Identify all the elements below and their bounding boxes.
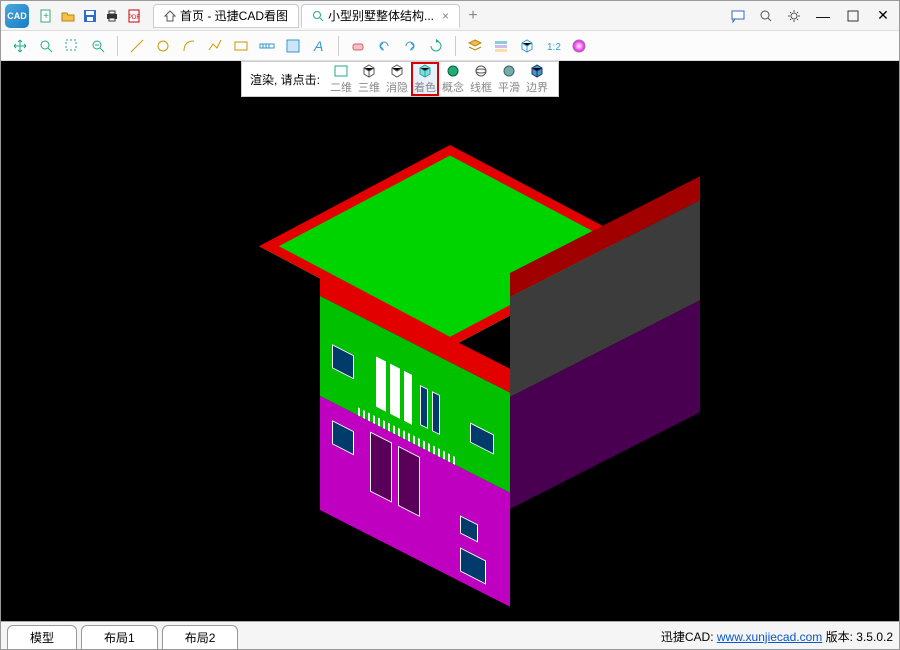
titlebar-right: — ✕ [727, 6, 895, 26]
layout-tab-model[interactable]: 模型 [7, 625, 77, 649]
minimize-button[interactable]: — [811, 6, 835, 26]
render-mode-popup: 渲染, 请点击: 二维 三维 消隐 着色 概念 线框 平滑 边界 [241, 61, 559, 97]
render-hidden-button[interactable]: 消隐 [384, 63, 410, 95]
home-icon [164, 10, 176, 22]
zoom-window-icon[interactable] [61, 35, 83, 57]
sphere-concept-icon [444, 63, 462, 79]
circle-tool-icon[interactable] [152, 35, 174, 57]
zoom-extents-icon[interactable] [35, 35, 57, 57]
version-label: 版本: [826, 630, 853, 644]
render-3d-button[interactable]: 三维 [356, 63, 382, 95]
render-2d-button[interactable]: 二维 [328, 63, 354, 95]
tab-label: 小型别墅整体结构... [328, 7, 434, 24]
render-hint-label: 渲染, 请点击: [250, 71, 320, 88]
tab-home[interactable]: 首页 - 迅捷CAD看图 [153, 4, 299, 28]
cube-shade-icon [416, 63, 434, 79]
cube-edge-icon [528, 63, 546, 79]
search-icon [312, 10, 324, 22]
viewport-3d[interactable]: 渲染, 请点击: 二维 三维 消隐 着色 概念 线框 平滑 边界 [1, 61, 899, 621]
pan-icon[interactable] [9, 35, 31, 57]
close-window-button[interactable]: ✕ [871, 6, 895, 26]
separator [455, 36, 456, 56]
rectangle-tool-icon[interactable] [230, 35, 252, 57]
model-render [260, 110, 640, 530]
sphere-wire-icon [472, 63, 490, 79]
titlebar: CAD + PDF 首页 - 迅捷CAD看图 小型别墅整体结构... × + —… [1, 1, 899, 31]
status-right: 迅捷CAD: www.xunjiecad.com 版本: 3.5.0.2 [661, 628, 893, 649]
zoom-icon[interactable] [757, 7, 775, 25]
tab-document[interactable]: 小型别墅整体结构... × [301, 4, 460, 28]
svg-text:+: + [43, 11, 49, 22]
cube-2d-icon [332, 63, 350, 79]
render-smooth-button[interactable]: 平滑 [496, 63, 522, 95]
layer-manager-icon[interactable] [490, 35, 512, 57]
measure-icon[interactable] [256, 35, 278, 57]
svg-text:1:2: 1:2 [547, 42, 561, 53]
main-toolbar: A 1:2 [1, 31, 899, 61]
line-tool-icon[interactable] [126, 35, 148, 57]
brand-label: 迅捷CAD: [661, 630, 714, 644]
layout-tab-2[interactable]: 布局2 [162, 625, 239, 649]
settings-gear-icon[interactable] [785, 7, 803, 25]
feedback-icon[interactable] [729, 7, 747, 25]
new-file-icon[interactable]: + [37, 7, 55, 25]
sphere-smooth-icon [500, 63, 518, 79]
color-wheel-icon[interactable] [568, 35, 590, 57]
layout-tab-1[interactable]: 布局1 [81, 625, 158, 649]
close-icon[interactable]: × [442, 9, 449, 23]
app-logo-icon: CAD [5, 4, 29, 28]
statusbar: 模型 布局1 布局2 迅捷CAD: www.xunjiecad.com 版本: … [1, 621, 899, 649]
maximize-button[interactable] [841, 6, 865, 26]
cube-3d-icon [360, 63, 378, 79]
new-tab-button[interactable]: + [462, 5, 484, 27]
redo-icon[interactable] [399, 35, 421, 57]
svg-text:PDF: PDF [128, 15, 140, 21]
arc-tool-icon[interactable] [178, 35, 200, 57]
dimension-style-icon[interactable]: 1:2 [542, 35, 564, 57]
save-icon[interactable] [81, 7, 99, 25]
zoom-fit-icon[interactable] [87, 35, 109, 57]
erase-icon[interactable] [347, 35, 369, 57]
render-shade-button[interactable]: 着色 [412, 63, 438, 95]
render-concept-button[interactable]: 概念 [440, 63, 466, 95]
version-value: 3.5.0.2 [856, 630, 893, 644]
render-edge-button[interactable]: 边界 [524, 63, 550, 95]
refresh-icon[interactable] [425, 35, 447, 57]
layers-icon[interactable] [464, 35, 486, 57]
pdf-export-icon[interactable]: PDF [125, 7, 143, 25]
text-tool-icon[interactable]: A [308, 35, 330, 57]
cube-hidden-icon [388, 63, 406, 79]
open-folder-icon[interactable] [59, 7, 77, 25]
separator [117, 36, 118, 56]
document-tabs: 首页 - 迅捷CAD看图 小型别墅整体结构... × + [153, 4, 484, 28]
brand-url-link[interactable]: www.xunjiecad.com [717, 630, 822, 644]
svg-text:A: A [313, 38, 323, 54]
3d-view-icon[interactable] [516, 35, 538, 57]
render-wireframe-button[interactable]: 线框 [468, 63, 494, 95]
undo-icon[interactable] [373, 35, 395, 57]
separator [338, 36, 339, 56]
tab-label: 首页 - 迅捷CAD看图 [180, 7, 288, 24]
polyline-tool-icon[interactable] [204, 35, 226, 57]
area-tool-icon[interactable] [282, 35, 304, 57]
print-icon[interactable] [103, 7, 121, 25]
